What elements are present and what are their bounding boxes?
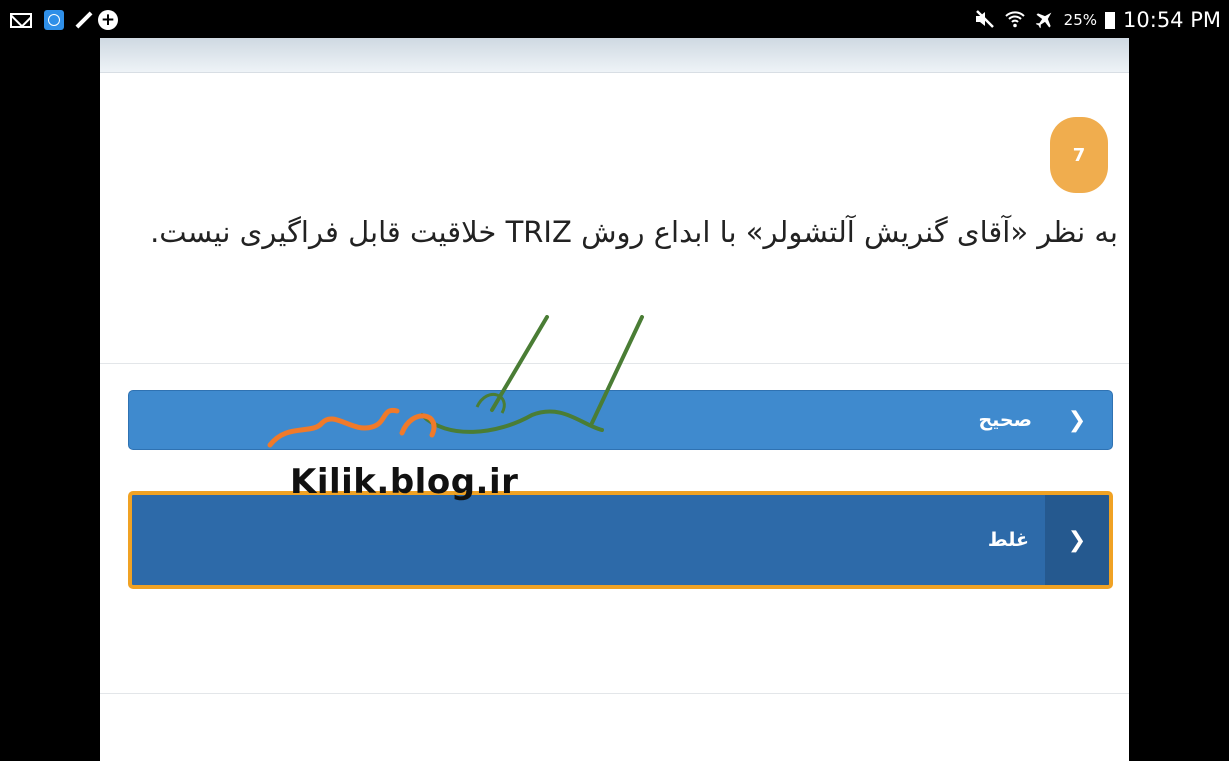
chevron-left-icon: ❮	[1067, 407, 1087, 433]
clock: 10:54 PM	[1123, 8, 1221, 32]
question-text: به نظر «آقای گنریش آلتشولر» با ابداع روش…	[150, 215, 1118, 249]
panel-header-bar	[100, 38, 1129, 73]
status-bar: + 25% 10:54 PM	[0, 0, 1229, 38]
divider	[100, 693, 1129, 694]
battery-percentage: 25%	[1063, 11, 1098, 29]
chevron-left-icon: ❮	[1045, 495, 1109, 585]
mail-icon	[10, 12, 32, 28]
mute-icon	[974, 9, 996, 32]
status-bar-right: 25% 10:54 PM	[974, 6, 1221, 34]
answer-option-label: غلط	[987, 529, 1029, 551]
watermark-logo	[267, 315, 644, 448]
airplane-icon	[1034, 9, 1056, 32]
answer-option-false[interactable]: ❮ غلط	[128, 491, 1113, 589]
question-number-badge: 7	[1050, 117, 1108, 193]
watermark-url: Kilik.blog.ir	[290, 462, 519, 502]
app-icon	[44, 10, 64, 30]
pen-icon	[75, 11, 93, 29]
status-bar-left: +	[10, 6, 118, 34]
answer-option-label: صحیح	[978, 409, 1032, 431]
battery-icon	[1105, 11, 1116, 29]
plus-icon: +	[98, 10, 118, 30]
wifi-icon	[1004, 9, 1026, 32]
